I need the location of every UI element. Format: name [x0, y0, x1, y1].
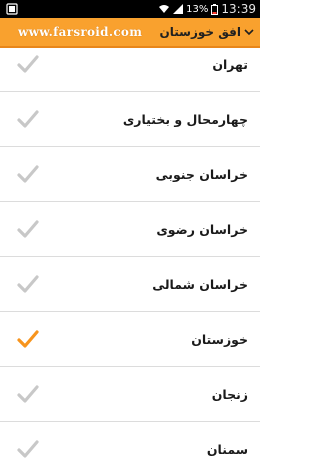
- province-row[interactable]: خراسان شمالی: [0, 257, 260, 312]
- province-row[interactable]: خراسان رضوی: [0, 202, 260, 257]
- province-label: چهارمحال و بختیاری: [122, 111, 248, 127]
- province-label: خراسان رضوی: [156, 221, 248, 237]
- wifi-icon: [159, 5, 170, 13]
- check-icon: [17, 110, 39, 128]
- action-bar: www.farsroid.com افق خوزستان: [0, 18, 260, 48]
- back-title-button[interactable]: افق خوزستان: [160, 25, 255, 39]
- check-icon: [17, 220, 39, 238]
- province-row[interactable]: خراسان جنوبی: [0, 147, 260, 202]
- status-right: 13% 13:39: [158, 2, 256, 16]
- page-title: افق خوزستان: [159, 25, 242, 39]
- clock: 13:39: [221, 2, 256, 16]
- notification-icon: [6, 3, 18, 15]
- check-icon: [17, 165, 39, 183]
- province-row[interactable]: خوزستان: [0, 312, 260, 367]
- check-icon: [17, 440, 39, 458]
- province-label: خراسان شمالی: [152, 276, 248, 292]
- check-icon: [17, 385, 39, 403]
- battery-icon: [211, 3, 219, 15]
- province-row[interactable]: زنجان: [0, 367, 260, 422]
- check-icon: [17, 330, 39, 348]
- province-row[interactable]: سمنان: [0, 422, 260, 462]
- check-icon: [17, 55, 39, 73]
- province-list[interactable]: تهران چهارمحال و بختیاری خراسان جنوبی خراسا…: [0, 48, 260, 462]
- province-label: زنجان: [211, 386, 248, 402]
- signal-icon: [173, 4, 184, 14]
- chevron-down-icon: [244, 29, 254, 36]
- province-row[interactable]: تهران: [0, 48, 260, 92]
- brand-watermark: www.farsroid.com: [18, 25, 143, 39]
- status-left: [6, 3, 18, 15]
- province-label: خوزستان: [191, 331, 248, 347]
- check-icon: [17, 275, 39, 293]
- province-label: تهران: [212, 56, 248, 72]
- province-label: سمنان: [206, 441, 248, 457]
- province-label: خراسان جنوبی: [155, 166, 248, 182]
- province-row[interactable]: چهارمحال و بختیاری: [0, 92, 260, 147]
- status-bar: 13% 13:39: [0, 0, 260, 18]
- battery-percent: 13%: [186, 3, 209, 15]
